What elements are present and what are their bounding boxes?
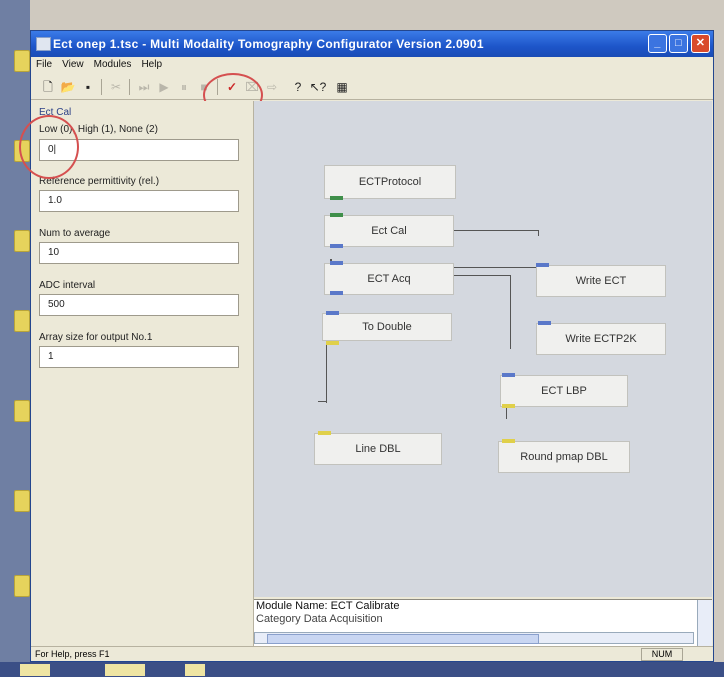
input-port[interactable] (502, 439, 515, 443)
param-input[interactable]: 1.0 (39, 190, 239, 212)
menu-modules[interactable]: Modules (89, 57, 137, 73)
folder-icon[interactable] (14, 400, 30, 422)
module-canvas[interactable]: ECTProtocol Ect Cal ECT Acq Write ECT To… (254, 101, 712, 597)
input-port[interactable] (538, 321, 551, 325)
node-write-ectp2k[interactable]: Write ECTP2K (536, 323, 666, 355)
param-input[interactable]: 10 (39, 242, 239, 264)
help-icon[interactable]: ? (289, 78, 307, 96)
window-title: Ect onep 1.tsc - Multi Modality Tomograp… (53, 37, 484, 51)
open-folder-icon[interactable]: 📂 (59, 78, 77, 96)
step-icon[interactable]: ⏭ (135, 78, 153, 96)
param-input[interactable]: 500 (39, 294, 239, 316)
minimize-button[interactable]: _ (648, 34, 667, 53)
close-button[interactable]: ✕ (691, 34, 710, 53)
app-icon (36, 37, 51, 51)
menu-help[interactable]: Help (136, 57, 167, 73)
input-port[interactable] (326, 311, 339, 315)
title-bar[interactable]: Ect onep 1.tsc - Multi Modality Tomograp… (31, 31, 713, 57)
folder-icon[interactable] (14, 50, 30, 72)
output-port[interactable] (330, 291, 343, 295)
param-input[interactable]: 1 (39, 346, 239, 368)
vertical-scrollbar[interactable] (697, 600, 712, 646)
param-label: Array size for output No.1 (39, 332, 153, 343)
node-to-double[interactable]: To Double (322, 313, 452, 341)
status-bar: For Help, press F1 NUM (31, 646, 713, 661)
horizontal-scrollbar[interactable] (254, 632, 694, 644)
output-port[interactable] (330, 244, 343, 248)
folder-icon[interactable] (14, 490, 30, 512)
connection-wire (510, 275, 511, 349)
connection-wire (318, 401, 327, 402)
num-lock-indicator: NUM (641, 648, 683, 661)
cut-icon[interactable]: ✂ (107, 78, 125, 96)
connection-wire (538, 230, 539, 236)
toolbar-separator (101, 79, 102, 95)
scrollbar-thumb[interactable] (267, 634, 539, 644)
new-file-icon[interactable]: 🗋 (39, 78, 57, 96)
grid-icon[interactable]: ▦ (333, 78, 351, 96)
module-name-text: Module Name: ECT Calibrate (256, 600, 400, 612)
node-round-pmap-dbl[interactable]: Round pmap DBL (498, 441, 630, 473)
output-port[interactable] (502, 404, 515, 408)
input-port[interactable] (536, 263, 549, 267)
node-ectcal[interactable]: Ect Cal (324, 215, 454, 247)
annotation-circle (19, 115, 79, 179)
menu-bar: File View Modules Help (31, 57, 713, 73)
folder-icon[interactable] (14, 230, 30, 252)
pause-icon[interactable]: ⏸ (175, 78, 193, 96)
maximize-button[interactable]: □ (669, 34, 688, 53)
module-properties-panel: Ect Cal Low (0), High (1), None (2) 0| R… (19, 101, 254, 649)
context-help-icon[interactable]: ↖? (309, 78, 327, 96)
node-ectprotocol[interactable]: ECTProtocol (324, 165, 456, 199)
taskbar-item[interactable] (20, 664, 50, 676)
toolbar-separator (129, 79, 130, 95)
play-icon[interactable]: ▶ (155, 78, 173, 96)
menu-view[interactable]: View (57, 57, 89, 73)
taskbar-item[interactable] (185, 664, 205, 676)
input-port[interactable] (330, 261, 343, 265)
save-icon[interactable]: ▪ (79, 78, 97, 96)
input-port[interactable] (502, 373, 515, 377)
folder-icon[interactable] (14, 575, 30, 597)
menu-file[interactable]: File (31, 57, 57, 73)
app-window: Ect onep 1.tsc - Multi Modality Tomograp… (19, 30, 714, 662)
module-info-pane: Module Name: ECT Calibrate Category Data… (254, 599, 712, 646)
node-ect-lbp[interactable]: ECT LBP (500, 375, 628, 407)
param-label: Num to average (39, 228, 111, 239)
input-port[interactable] (330, 213, 343, 217)
toolbar: 🗋 📂 ▪ ✂ ⏭ ▶ ⏸ ■ ✓ ⌧ ⇨ ? ↖? ▦ (31, 73, 713, 117)
node-write-ect[interactable]: Write ECT (536, 265, 666, 297)
input-port[interactable] (318, 431, 331, 435)
module-category-text: Category Data Acquisition (256, 613, 383, 625)
node-ectacq[interactable]: ECT Acq (324, 263, 454, 295)
taskbar-item[interactable] (105, 664, 145, 676)
folder-icon[interactable] (14, 310, 30, 332)
param-label: ADC interval (39, 280, 96, 291)
output-port[interactable] (326, 341, 339, 345)
status-help-text: For Help, press F1 (35, 649, 110, 659)
output-port[interactable] (330, 196, 343, 200)
node-line-dbl[interactable]: Line DBL (314, 433, 442, 465)
export-icon[interactable]: ⇨ (263, 78, 281, 96)
